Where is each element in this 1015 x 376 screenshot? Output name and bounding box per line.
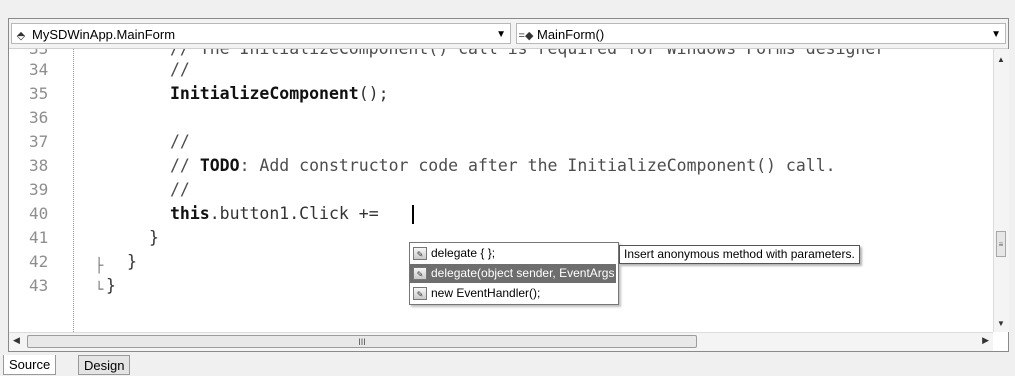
code-line: // The InitializeComponent() call is req… <box>170 49 885 58</box>
intellisense-item-label: delegate { }; <box>431 246 496 260</box>
class-icon: ⬘ <box>16 30 26 42</box>
comment-prefix: // <box>170 156 200 175</box>
member-selector-dropdown[interactable]: =◆ MainForm() ▼ <box>516 23 1006 44</box>
snippet-icon: ✎ <box>413 247 427 260</box>
code-line: // TODO: Add constructor code after the … <box>170 156 836 175</box>
line-number: 40 <box>29 204 49 223</box>
code-line: InitializeComponent(); <box>170 84 389 103</box>
intellisense-item-selected[interactable]: ✎ delegate(object sender, EventArgs e) {… <box>410 264 616 283</box>
line-number: 35 <box>29 84 49 103</box>
gutter-divider <box>73 49 75 332</box>
intellisense-item-label: delegate(object sender, EventArgs e) { }… <box>431 266 616 280</box>
line-number-gutter: 33 34 35 36 37 38 39 40 41 42 43 <box>9 49 73 332</box>
member-selector-value: MainForm() <box>537 27 605 42</box>
code-line: // <box>170 60 190 79</box>
todo-keyword: TODO <box>199 156 240 175</box>
code-line: } <box>149 228 159 247</box>
intellisense-item[interactable]: ✎ delegate { }; <box>410 244 616 263</box>
intellisense-list[interactable]: ✎ delegate { }; ✎ delegate(object sender… <box>409 242 619 305</box>
intellisense-item[interactable]: ✎ new EventHandler(); <box>410 284 616 303</box>
horizontal-scroll-thumb[interactable]: III <box>27 335 697 348</box>
code-text: (); <box>358 84 389 103</box>
code-line: // <box>170 180 190 199</box>
intellisense-tooltip: Insert anonymous method with parameters. <box>619 245 860 264</box>
code-line: } <box>106 276 116 295</box>
line-number: 43 <box>29 276 49 295</box>
code-text: .button1.Click += <box>209 204 379 223</box>
class-selector-dropdown[interactable]: ⬘ MySDWinApp.MainForm ▼ <box>11 23 511 44</box>
scroll-down-icon[interactable]: ▼ <box>997 319 1005 328</box>
method-icon: =◆ <box>518 30 534 42</box>
tab-design[interactable]: Design <box>78 355 131 375</box>
line-number: 33 <box>29 49 69 58</box>
snippet-icon: ✎ <box>413 287 427 300</box>
line-number: 39 <box>29 180 49 199</box>
fold-line: └ <box>95 282 104 298</box>
method-name: InitializeComponent <box>170 84 359 103</box>
snippet-icon: ✎ <box>413 267 427 280</box>
navigation-bar: ⬘ MySDWinApp.MainForm ▼ =◆ MainForm() ▼ <box>9 19 1008 49</box>
line-number: 37 <box>29 132 49 151</box>
vertical-scroll-thumb[interactable]: ≡ <box>996 231 1006 257</box>
scroll-right-icon[interactable]: ▶ <box>982 335 989 346</box>
line-number: 41 <box>29 228 49 247</box>
tab-source[interactable]: Source <box>3 355 57 375</box>
chevron-down-icon[interactable]: ▼ <box>496 24 506 45</box>
comment-text: : Add constructor code after the Initial… <box>239 156 836 175</box>
this-keyword: this <box>170 204 210 223</box>
intellisense-item-label: new EventHandler(); <box>431 286 541 300</box>
line-number: 34 <box>29 60 49 79</box>
line-number: 38 <box>29 156 49 175</box>
class-selector-value: MySDWinApp.MainForm <box>32 27 176 42</box>
code-line: // <box>170 132 190 151</box>
scroll-left-icon[interactable]: ◀ <box>13 335 20 346</box>
horizontal-scrollbar[interactable]: ◀ III ▶ <box>9 332 993 351</box>
scroll-up-icon[interactable]: ▲ <box>997 55 1005 64</box>
line-number: 42 <box>29 252 49 271</box>
chevron-down-icon[interactable]: ▼ <box>991 24 1001 45</box>
fold-line: ├ <box>95 258 104 274</box>
text-caret <box>412 205 414 224</box>
code-line: this.button1.Click += <box>170 204 379 223</box>
line-number: 36 <box>29 108 49 127</box>
code-line: } <box>127 252 137 271</box>
vertical-scrollbar[interactable]: ▲ ≡ ▼ <box>993 49 1009 332</box>
